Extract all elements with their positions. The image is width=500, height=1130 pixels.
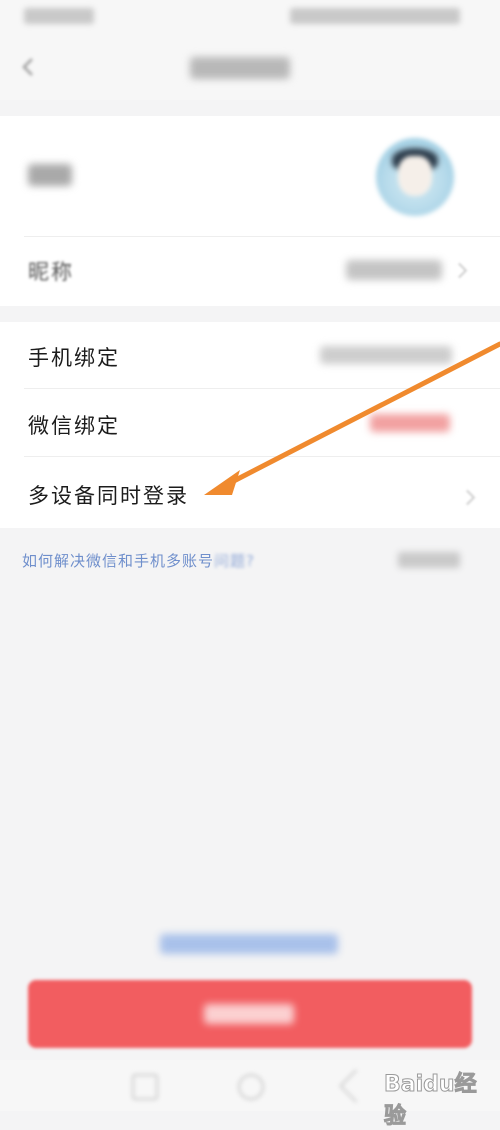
phone-binding-label: 手机绑定 bbox=[28, 346, 120, 370]
avatar-row-label bbox=[28, 164, 72, 186]
divider bbox=[24, 236, 500, 237]
chevron-right-icon bbox=[451, 262, 468, 279]
divider bbox=[24, 456, 500, 457]
phone-binding-value bbox=[320, 346, 452, 364]
status-bar bbox=[0, 0, 500, 34]
multi-device-login-label: 多设备同时登录 bbox=[28, 484, 189, 508]
chevron-right-icon bbox=[459, 489, 476, 506]
watermark-text: Baidu经验 bbox=[384, 1072, 478, 1130]
wechat-binding-label: 微信绑定 bbox=[28, 414, 120, 438]
wechat-binding-status bbox=[370, 414, 450, 432]
bottom-link[interactable] bbox=[160, 934, 338, 954]
home-icon[interactable] bbox=[238, 1074, 264, 1100]
recent-apps-icon[interactable] bbox=[132, 1074, 158, 1100]
help-right-text[interactable] bbox=[398, 552, 460, 568]
help-link-text-faded: 问题? bbox=[214, 552, 255, 570]
nickname-value bbox=[346, 260, 442, 280]
status-icons bbox=[290, 8, 460, 24]
profile-card: 昵称 bbox=[0, 116, 500, 306]
nav-bar bbox=[0, 34, 500, 100]
back-icon[interactable] bbox=[339, 1069, 373, 1103]
page-title bbox=[190, 57, 290, 79]
back-arrow-icon[interactable] bbox=[16, 54, 42, 80]
help-link[interactable]: 如何解决微信和手机多账号问题? bbox=[22, 550, 255, 571]
nickname-label: 昵称 bbox=[28, 260, 74, 284]
logout-button-label bbox=[204, 1004, 294, 1024]
status-time bbox=[24, 8, 94, 24]
help-link-text: 如何解决微信和手机多账号 bbox=[22, 552, 215, 570]
baidu-watermark: Baidu经验 bbox=[384, 1062, 494, 1130]
divider bbox=[24, 388, 500, 389]
avatar-face bbox=[398, 156, 432, 196]
bindings-card: 手机绑定 微信绑定 多设备同时登录 bbox=[0, 322, 500, 528]
